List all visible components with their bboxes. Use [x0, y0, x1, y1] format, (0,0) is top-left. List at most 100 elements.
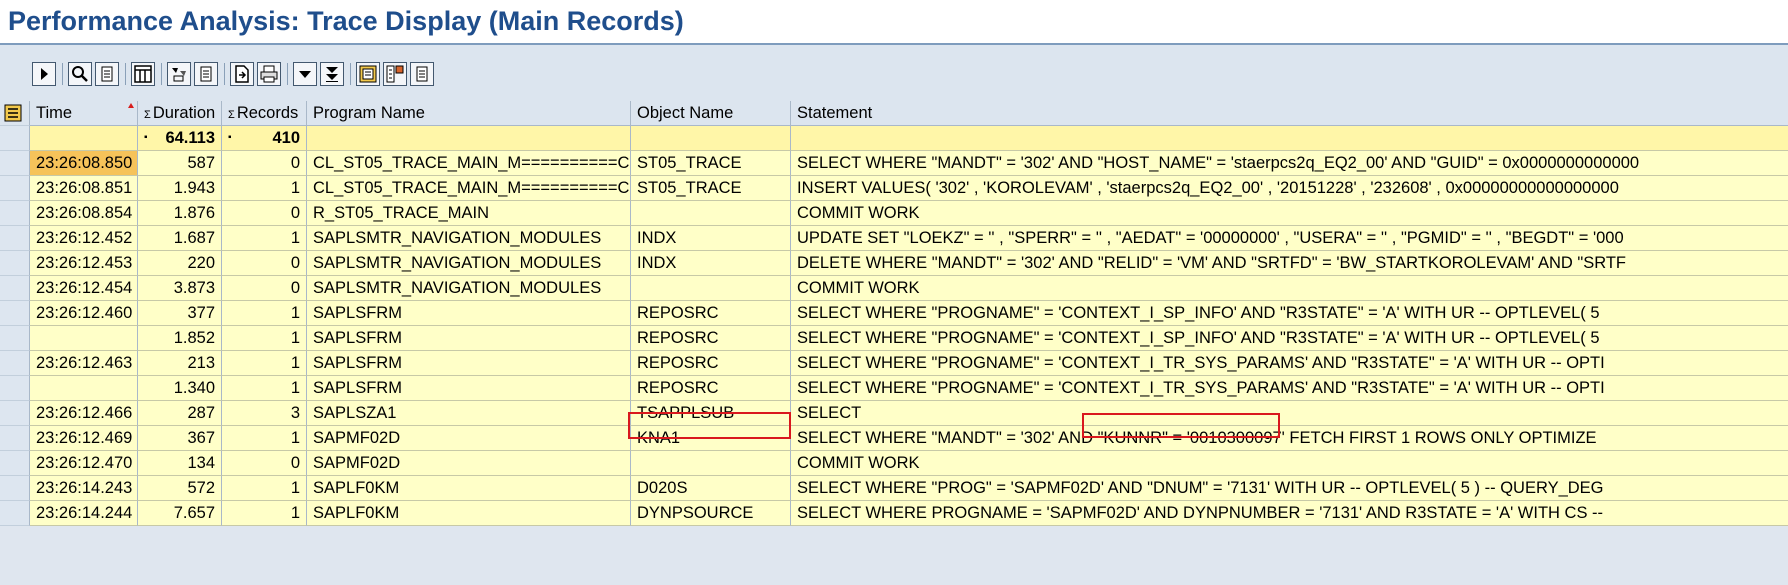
print-button[interactable] — [257, 62, 281, 86]
program-cell[interactable]: SAPLSMTR_NAVIGATION_MODULES — [307, 226, 631, 251]
row-selector[interactable] — [0, 501, 30, 526]
statement-cell[interactable]: SELECT WHERE PROGNAME = 'SAPMF02D' AND D… — [791, 501, 1788, 526]
execute-button[interactable] — [32, 62, 56, 86]
table-row[interactable]: 23:26:12.470 134 0 SAPMF02D COMMIT WORK — [0, 451, 1788, 476]
filter-dropdown-button[interactable] — [194, 62, 218, 86]
duration-cell[interactable]: 3.873 — [138, 276, 222, 301]
statement-cell[interactable]: SELECT WHERE "PROGNAME" = 'CONTEXT_I_SP_… — [791, 326, 1788, 351]
column-header-object[interactable]: Object Name — [631, 101, 791, 126]
filter-button[interactable] — [167, 62, 191, 86]
records-cell[interactable]: 0 — [222, 451, 307, 476]
records-cell[interactable]: 1 — [222, 226, 307, 251]
time-cell[interactable] — [30, 326, 138, 351]
statement-cell[interactable]: SELECT WHERE "PROGNAME" = 'CONTEXT_I_SP_… — [791, 301, 1788, 326]
program-cell[interactable]: SAPLSFRM — [307, 301, 631, 326]
duration-cell[interactable]: 377 — [138, 301, 222, 326]
statement-cell[interactable]: SELECT WHERE "MANDT" = '302' AND "KUNNR"… — [791, 426, 1788, 451]
statement-cell[interactable]: SELECT WHERE "PROG" = 'SAPMF02D' AND "DN… — [791, 476, 1788, 501]
time-cell[interactable] — [30, 376, 138, 401]
time-cell[interactable]: 23:26:12.452 — [30, 226, 138, 251]
row-selector[interactable] — [0, 451, 30, 476]
table-row[interactable]: 23:26:12.452 1.687 1 SAPLSMTR_NAVIGATION_MO… — [0, 226, 1788, 251]
object-cell[interactable]: REPOSRC — [631, 351, 791, 376]
chart-button[interactable] — [356, 62, 380, 86]
object-cell[interactable]: D020S — [631, 476, 791, 501]
row-selector[interactable] — [0, 426, 30, 451]
duration-cell[interactable]: 220 — [138, 251, 222, 276]
column-header-records[interactable]: Σ Records — [222, 101, 307, 126]
duration-cell[interactable]: 1.852 — [138, 326, 222, 351]
duration-cell[interactable]: 7.657 — [138, 501, 222, 526]
records-cell[interactable]: 1 — [222, 301, 307, 326]
program-cell[interactable]: SAPLSFRM — [307, 376, 631, 401]
statement-cell[interactable]: SELECT WHERE "PROGNAME" = 'CONTEXT_I_TR_… — [791, 376, 1788, 401]
program-cell[interactable]: R_ST05_TRACE_MAIN — [307, 201, 631, 226]
table-row[interactable]: 23:26:12.466 287 3 SAPLSZA1 TSAPPLSUB SELECT — [0, 401, 1788, 426]
select-all-button[interactable] — [0, 101, 30, 126]
time-cell[interactable]: 23:26:12.469 — [30, 426, 138, 451]
table-row[interactable]: 23:26:12.460 377 1 SAPLSFRM REPOSRC SELECT WH… — [0, 301, 1788, 326]
program-cell[interactable]: SAPLSFRM — [307, 351, 631, 376]
program-cell[interactable]: SAPLSZA1 — [307, 401, 631, 426]
export-button[interactable] — [230, 62, 254, 86]
program-cell[interactable]: SAPLF0KM — [307, 476, 631, 501]
object-cell[interactable]: REPOSRC — [631, 376, 791, 401]
dropdown-button[interactable] — [293, 62, 317, 86]
time-cell[interactable]: 23:26:08.854 — [30, 201, 138, 226]
object-cell[interactable]: REPOSRC — [631, 326, 791, 351]
statement-cell[interactable]: COMMIT WORK — [791, 276, 1788, 301]
row-selector[interactable] — [0, 176, 30, 201]
duration-cell[interactable]: 1.943 — [138, 176, 222, 201]
object-cell[interactable] — [631, 276, 791, 301]
program-cell[interactable]: SAPLSMTR_NAVIGATION_MODULES — [307, 276, 631, 301]
statement-cell[interactable]: DELETE WHERE "MANDT" = '302' AND "RELID"… — [791, 251, 1788, 276]
row-selector[interactable] — [0, 401, 30, 426]
duration-cell[interactable]: 213 — [138, 351, 222, 376]
table-row[interactable]: 23:26:14.244 7.657 1 SAPLF0KM DYNPSOURCE SELE… — [0, 501, 1788, 526]
object-cell[interactable]: REPOSRC — [631, 301, 791, 326]
statement-cell[interactable]: SELECT WHERE "PROGNAME" = 'CONTEXT_I_TR_… — [791, 351, 1788, 376]
row-selector[interactable] — [0, 276, 30, 301]
row-selector[interactable] — [0, 126, 30, 151]
records-cell[interactable]: 0 — [222, 151, 307, 176]
object-cell[interactable]: INDX — [631, 251, 791, 276]
time-cell[interactable]: 23:26:08.850 — [30, 151, 138, 176]
time-cell[interactable]: 23:26:12.460 — [30, 301, 138, 326]
time-cell[interactable]: 23:26:08.851 — [30, 176, 138, 201]
row-selector[interactable] — [0, 376, 30, 401]
records-cell[interactable]: 1 — [222, 501, 307, 526]
row-selector[interactable] — [0, 151, 30, 176]
table-row[interactable]: 23:26:14.243 572 1 SAPLF0KM D020S SELECT WHER… — [0, 476, 1788, 501]
time-cell[interactable]: 23:26:12.466 — [30, 401, 138, 426]
program-cell[interactable]: SAPMF02D — [307, 426, 631, 451]
layout-button[interactable] — [131, 62, 155, 86]
duration-cell[interactable]: 367 — [138, 426, 222, 451]
object-cell[interactable]: ST05_TRACE — [631, 176, 791, 201]
records-cell[interactable]: 1 — [222, 476, 307, 501]
column-header-time[interactable]: Time — [30, 101, 138, 126]
details-dropdown-button[interactable] — [95, 62, 119, 86]
duration-cell[interactable]: 572 — [138, 476, 222, 501]
duration-cell[interactable]: 134 — [138, 451, 222, 476]
table-row[interactable]: 23:26:12.469 367 1 SAPMF02D KNA1 SELECT WHERE… — [0, 426, 1788, 451]
statement-cell[interactable]: SELECT WHERE "MANDT" = '302' AND "HOST_N… — [791, 151, 1788, 176]
program-cell[interactable]: SAPMF02D — [307, 451, 631, 476]
records-cell[interactable]: 1 — [222, 351, 307, 376]
expand-all-button[interactable] — [320, 62, 344, 86]
column-header-statement[interactable]: Statement — [791, 101, 1788, 126]
time-cell[interactable]: 23:26:14.244 — [30, 501, 138, 526]
column-header-duration[interactable]: Σ Duration — [138, 101, 222, 126]
records-cell[interactable]: 1 — [222, 326, 307, 351]
table-row[interactable]: 23:26:12.463 213 1 SAPLSFRM REPOSRC SELECT WH… — [0, 351, 1788, 376]
duration-cell[interactable]: 287 — [138, 401, 222, 426]
column-header-program[interactable]: Program Name — [307, 101, 631, 126]
time-cell[interactable]: 23:26:12.463 — [30, 351, 138, 376]
records-cell[interactable]: 1 — [222, 376, 307, 401]
settings-button[interactable] — [383, 62, 407, 86]
statement-cell[interactable]: INSERT VALUES( '302' , 'KOROLEVAM' , 'st… — [791, 176, 1788, 201]
statement-cell[interactable]: SELECT — [791, 401, 1788, 426]
program-cell[interactable]: CL_ST05_TRACE_MAIN_M==========CP — [307, 151, 631, 176]
row-selector[interactable] — [0, 326, 30, 351]
records-cell[interactable]: 0 — [222, 201, 307, 226]
duration-cell[interactable]: 1.340 — [138, 376, 222, 401]
